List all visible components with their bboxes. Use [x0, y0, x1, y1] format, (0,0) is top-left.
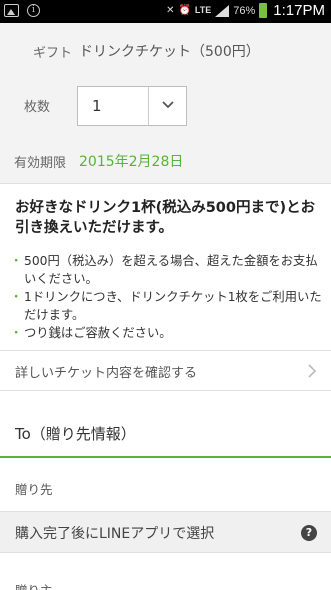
- network-type: LTE: [194, 5, 212, 15]
- info-notification-icon: i: [27, 4, 40, 17]
- alarm-icon: ⏰: [178, 5, 191, 16]
- details-link[interactable]: 詳しいチケット内容を確認する: [15, 362, 197, 381]
- quantity-label: 枚数: [24, 100, 51, 115]
- note-item: 1ドリンクにつき、ドリンクチケット1枚をご利用いただけます。: [10, 288, 324, 324]
- quantity-value: 1: [92, 97, 102, 115]
- recipient-label: 贈り先: [15, 482, 53, 497]
- gift-label: ギフト: [33, 46, 73, 61]
- sender-label: 贈り主: [15, 580, 53, 590]
- quantity-select[interactable]: 1: [77, 86, 187, 126]
- signal-icon: [215, 4, 230, 17]
- recipient-field: 購入完了後にLINEアプリで選択 ?: [0, 511, 331, 553]
- chevron-right-icon: [308, 364, 317, 378]
- clock: 1:17PM: [273, 2, 325, 19]
- select-divider: [148, 87, 149, 125]
- recipient-value: 購入完了後にLINEアプリで選択: [15, 526, 215, 542]
- chevron-down-icon: [162, 101, 174, 109]
- gift-value: ドリンクチケット（500円）: [79, 44, 260, 60]
- expiry-value: 2015年2月28日: [79, 154, 184, 170]
- details-link-row[interactable]: 詳しいチケット内容を確認する: [0, 351, 331, 390]
- help-icon[interactable]: ?: [301, 525, 317, 541]
- battery-icon: [259, 3, 268, 18]
- status-bar: i ✕ ⏰ LTE 76% 1:17PM: [0, 0, 331, 23]
- note-item: つり銭はご容赦ください。: [10, 324, 324, 342]
- divider: [0, 390, 331, 391]
- expiry-label: 有効期限: [14, 156, 67, 171]
- gallery-notification-icon: [4, 4, 19, 17]
- notes-list: 500円（税込み）を超える場合、超えた金額をお支払いください。 1ドリンクにつき…: [10, 252, 324, 342]
- mute-icon: ✕: [166, 5, 175, 16]
- section-underline: [0, 456, 331, 458]
- battery-percent: 76%: [233, 4, 256, 17]
- to-section-title: To（贈り先情報）: [15, 425, 136, 443]
- ticket-description: お好きなドリンク1杯(税込み500円まで)とお引き換えいただけます。: [15, 200, 316, 236]
- note-item: 500円（税込み）を超える場合、超えた金額をお支払いください。: [10, 252, 324, 288]
